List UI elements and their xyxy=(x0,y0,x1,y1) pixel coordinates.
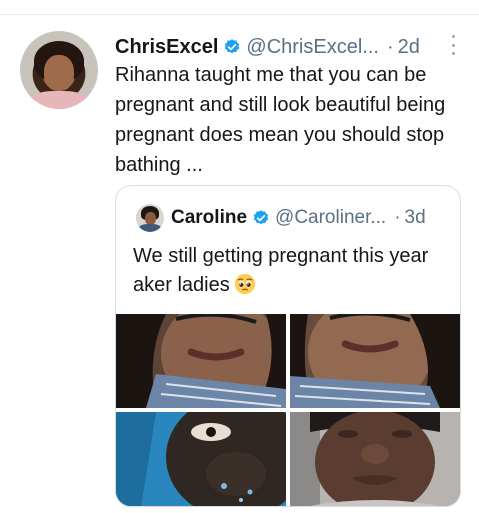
author-name[interactable]: ChrisExcel xyxy=(115,36,218,59)
photo-1[interactable] xyxy=(116,314,286,408)
quoted-author-name: Caroline xyxy=(171,207,248,228)
tweet-text: Rihanna taught me that you can be pregna… xyxy=(115,64,446,176)
more-options-icon[interactable] xyxy=(450,35,456,55)
quoted-tweet-header: Caroline @Caroliner... · 3d xyxy=(171,204,456,232)
separator-dot: · xyxy=(394,207,401,228)
top-divider xyxy=(0,14,479,15)
quoted-author-avatar xyxy=(136,204,164,232)
quoted-tweet-card[interactable]: Caroline @Caroliner... · 3d We still get… xyxy=(115,185,461,507)
tweet-timestamp[interactable]: 2d xyxy=(398,36,420,59)
verified-badge-icon xyxy=(225,39,240,54)
photo-2[interactable] xyxy=(290,314,460,408)
separator-dot: · xyxy=(386,35,394,58)
photo-4[interactable] xyxy=(290,412,460,506)
quoted-tweet-text-block: We still getting pregnant this year aker… xyxy=(133,242,453,300)
author-handle[interactable]: @ChrisExcel... xyxy=(246,36,379,59)
tweet-header: ChrisExcel @ChrisExcel... · 2d xyxy=(115,34,465,60)
quoted-author-handle: @Caroliner... xyxy=(275,207,387,228)
pleading-face-emoji-icon xyxy=(234,273,255,295)
author-avatar[interactable] xyxy=(20,31,98,109)
verified-badge-icon xyxy=(253,210,269,225)
media-grid xyxy=(116,314,460,506)
quoted-tweet-text: We still getting pregnant this year aker… xyxy=(133,245,429,296)
quoted-tweet-timestamp: 3d xyxy=(404,207,426,228)
photo-3[interactable] xyxy=(116,412,286,506)
